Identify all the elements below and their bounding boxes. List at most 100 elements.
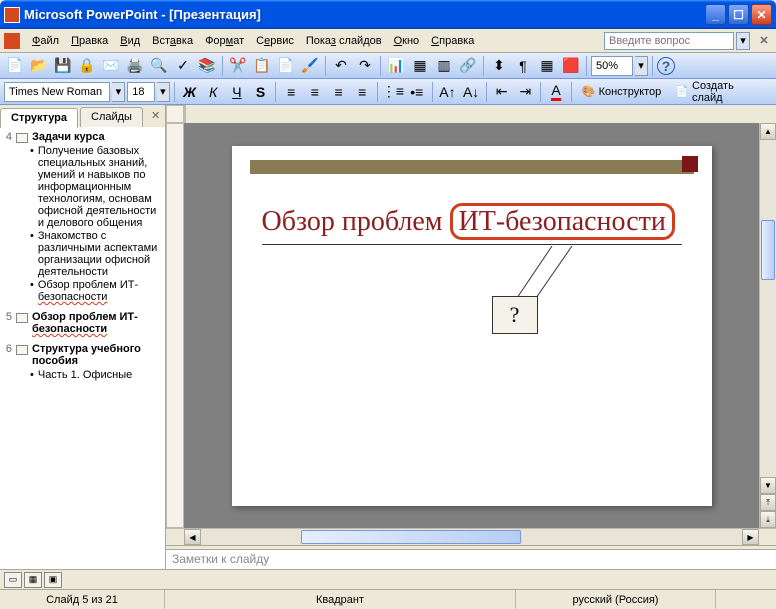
- cut-icon[interactable]: ✂️: [227, 55, 249, 77]
- new-slide-button[interactable]: 📄 Создать слайд: [669, 81, 772, 103]
- menu-окно[interactable]: Окно: [388, 32, 426, 50]
- paste-icon[interactable]: 📄: [275, 55, 297, 77]
- expand-all-icon[interactable]: ⬍: [488, 55, 510, 77]
- sorter-view-button[interactable]: ▦: [24, 572, 42, 588]
- next-slide-button[interactable]: ⤓: [760, 511, 776, 528]
- vertical-scrollbar[interactable]: ▲ ▼ ⤒ ⤓: [759, 123, 776, 528]
- close-button[interactable]: ✕: [751, 4, 772, 25]
- slide-title-text-1: Обзор проблем: [262, 206, 450, 237]
- ruler-vertical[interactable]: [166, 123, 184, 528]
- permission-icon[interactable]: 🔒: [76, 55, 98, 77]
- new-icon[interactable]: 📄: [4, 55, 26, 77]
- notes-placeholder: Заметки к слайду: [172, 552, 269, 566]
- print-icon[interactable]: 🖨️: [124, 55, 146, 77]
- notes-pane[interactable]: Заметки к слайду: [166, 549, 776, 569]
- zoom-input[interactable]: 50%: [591, 56, 633, 76]
- align-left-icon[interactable]: ≡: [280, 81, 302, 103]
- font-dropdown[interactable]: ▾: [112, 82, 125, 102]
- scroll-right-button[interactable]: ▶: [742, 529, 759, 545]
- shadow-icon[interactable]: S: [250, 81, 272, 103]
- copy-icon[interactable]: 📋: [251, 55, 273, 77]
- underline-icon[interactable]: Ч: [226, 81, 248, 103]
- outline-bullet[interactable]: Часть 1. Офисные: [30, 369, 163, 381]
- outline-slide[interactable]: 6Структура учебного пособияЧасть 1. Офис…: [2, 343, 163, 381]
- hscroll-thumb[interactable]: [301, 530, 521, 544]
- chart-icon[interactable]: 📊: [385, 55, 407, 77]
- show-formatting-icon[interactable]: ¶: [512, 55, 534, 77]
- menu-файл[interactable]: Файл: [26, 32, 65, 50]
- spellcheck-icon[interactable]: ✓: [172, 55, 194, 77]
- menu-правка[interactable]: Правка: [65, 32, 114, 50]
- doc-close-button[interactable]: ✕: [756, 33, 772, 49]
- callout-box[interactable]: ?: [492, 296, 538, 334]
- hyperlink-icon[interactable]: 🔗: [457, 55, 479, 77]
- format-painter-icon[interactable]: 🖌️: [299, 55, 321, 77]
- status-extra: [716, 590, 776, 609]
- slide-title[interactable]: Обзор проблем ИТ-безопасности: [262, 206, 682, 245]
- outline-body[interactable]: 4Задачи курсаПолучение базовых специальн…: [0, 127, 165, 569]
- menu-справка[interactable]: Справка: [425, 32, 480, 50]
- grid-icon[interactable]: ▦: [536, 55, 558, 77]
- font-color-icon[interactable]: A: [545, 81, 567, 103]
- table-icon[interactable]: ▦: [409, 55, 431, 77]
- email-icon[interactable]: ✉️: [100, 55, 122, 77]
- menu-вставка[interactable]: Вставка: [146, 32, 199, 50]
- help-search-dropdown[interactable]: ▾: [736, 32, 750, 50]
- tables-borders-icon[interactable]: ▥: [433, 55, 455, 77]
- help-search-input[interactable]: [604, 32, 734, 50]
- align-right-icon[interactable]: ≡: [328, 81, 350, 103]
- scroll-down-button[interactable]: ▼: [760, 477, 776, 494]
- slideshow-view-button[interactable]: ▣: [44, 572, 62, 588]
- designer-button[interactable]: 🎨 Конструктор: [576, 81, 667, 103]
- scroll-thumb[interactable]: [761, 220, 775, 280]
- outline-slide[interactable]: 5Обзор проблем ИТ-безопасности: [2, 311, 163, 335]
- outline-bullet[interactable]: Получение базовых специальных знаний, ум…: [30, 145, 163, 229]
- numbering-icon[interactable]: ⋮≡: [382, 81, 404, 103]
- redo-icon[interactable]: ↷: [354, 55, 376, 77]
- font-size-input[interactable]: 18: [127, 82, 155, 102]
- increase-font-icon[interactable]: A↑: [437, 81, 459, 103]
- italic-icon[interactable]: К: [202, 81, 224, 103]
- prev-slide-button[interactable]: ⤒: [760, 494, 776, 511]
- horizontal-scrollbar[interactable]: ◀ ▶: [166, 528, 776, 545]
- callout-shape[interactable]: ?: [512, 246, 592, 306]
- help-icon[interactable]: ?: [657, 57, 675, 75]
- status-slide-pos: Слайд 5 из 21: [0, 590, 165, 609]
- outline-slide[interactable]: 4Задачи курсаПолучение базовых специальн…: [2, 131, 163, 303]
- outline-close-button[interactable]: ✕: [145, 107, 166, 127]
- align-justify-icon[interactable]: ≡: [351, 81, 373, 103]
- outline-bullet[interactable]: Знакомство с различными аспектами органи…: [30, 230, 163, 278]
- increase-indent-icon[interactable]: ⇥: [515, 81, 537, 103]
- open-icon[interactable]: 📂: [28, 55, 50, 77]
- save-icon[interactable]: 💾: [52, 55, 74, 77]
- decrease-indent-icon[interactable]: ⇤: [491, 81, 513, 103]
- zoom-dropdown[interactable]: ▾: [635, 56, 648, 76]
- scroll-left-button[interactable]: ◀: [184, 529, 201, 545]
- color-icon[interactable]: 🟥: [560, 55, 582, 77]
- minimize-button[interactable]: _: [705, 4, 726, 25]
- decrease-font-icon[interactable]: A↓: [460, 81, 482, 103]
- outline-pane: Структура Слайды ✕ 4Задачи курсаПолучени…: [0, 105, 166, 569]
- menu-формат[interactable]: Формат: [199, 32, 250, 50]
- tab-slides[interactable]: Слайды: [80, 107, 143, 127]
- outline-bullet[interactable]: Обзор проблем ИТ-безопасности: [30, 279, 163, 303]
- view-bar: ▭ ▦ ▣: [0, 569, 776, 589]
- font-size-dropdown[interactable]: ▾: [157, 82, 170, 102]
- slide-canvas[interactable]: Обзор проблем ИТ-безопасности ?: [184, 123, 759, 528]
- menu-вид[interactable]: Вид: [114, 32, 146, 50]
- undo-icon[interactable]: ↶: [330, 55, 352, 77]
- slide[interactable]: Обзор проблем ИТ-безопасности ?: [232, 146, 712, 506]
- menu-показ слайдов[interactable]: Показ слайдов: [300, 32, 388, 50]
- research-icon[interactable]: 📚: [196, 55, 218, 77]
- preview-icon[interactable]: 🔍: [148, 55, 170, 77]
- tab-structure[interactable]: Структура: [0, 108, 78, 128]
- bullets-icon[interactable]: •≡: [406, 81, 428, 103]
- bold-icon[interactable]: Ж: [179, 81, 201, 103]
- menu-сервис[interactable]: Сервис: [250, 32, 300, 50]
- font-input[interactable]: Times New Roman: [4, 82, 110, 102]
- ruler-horizontal[interactable]: 12108642024681012: [184, 105, 186, 123]
- maximize-button[interactable]: ☐: [728, 4, 749, 25]
- scroll-up-button[interactable]: ▲: [760, 123, 776, 140]
- normal-view-button[interactable]: ▭: [4, 572, 22, 588]
- align-center-icon[interactable]: ≡: [304, 81, 326, 103]
